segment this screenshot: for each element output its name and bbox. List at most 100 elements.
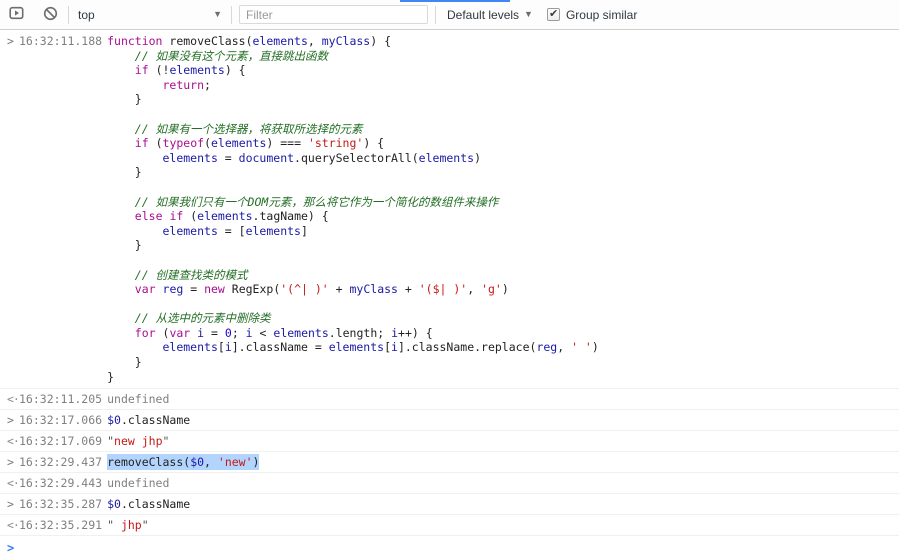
toolbar-divider (435, 5, 436, 24)
code-token: " (107, 434, 115, 449)
message-text: " jhp" (107, 518, 149, 532)
result-arrow-icon: <· (7, 392, 20, 407)
code-token: reg (536, 340, 558, 355)
console-log-area: > 16:32:11.188 function removeClass( elem… (0, 30, 899, 559)
code-token: elements (328, 340, 385, 355)
console-command-row: > 16:32:11.188 function removeClass(elem… (0, 30, 899, 389)
timestamp: 16:32:17.066 (19, 413, 103, 428)
code-line: } (107, 355, 889, 370)
code-token: i (224, 340, 232, 355)
code-token: = [ (217, 223, 246, 238)
code-token: .className (120, 413, 191, 428)
code-line: } (107, 238, 889, 253)
context-selector-label: top (78, 7, 95, 22)
command-chevron-icon: > (7, 455, 14, 470)
code-token: // 如果我们只有一个DOM元素，那么将它作为一个简化的数组件来操作 (107, 194, 499, 209)
timestamp: 16:32:29.437 (19, 455, 103, 470)
code-token: // 创建查找类的模式 (107, 267, 248, 282)
clear-console-button[interactable] (37, 2, 63, 28)
code-token: ) === (266, 136, 308, 151)
timestamp: 16:32:35.291 (19, 518, 103, 533)
panel-play-icon (8, 6, 24, 23)
code-line: var reg = new RegExp('(^| )' + myClass +… (107, 282, 889, 297)
log-levels-label: Default levels (447, 7, 520, 22)
code-token: [ (384, 340, 392, 355)
code-token: = (183, 282, 205, 297)
code-token: " (107, 518, 115, 533)
code-token: else (134, 209, 163, 224)
code-token: } (107, 355, 142, 370)
code-token: myClass (349, 282, 398, 297)
filter-input[interactable] (239, 5, 428, 24)
command-chevron-icon: > (7, 413, 14, 428)
code-token: if (134, 136, 149, 151)
toolbar-divider (68, 5, 69, 24)
group-similar-checkbox[interactable]: ✔ (546, 8, 560, 21)
code-token: = (204, 325, 225, 340)
console-prompt[interactable]: > (0, 535, 899, 559)
code-token: ( (183, 209, 198, 224)
console-command-row: >16:32:17.066 $0.className (0, 409, 899, 431)
code-token: + (397, 282, 419, 297)
log-levels-dropdown[interactable]: Default levels ▼ (447, 8, 533, 22)
code-token: elements (418, 150, 475, 165)
code-token: i (391, 325, 399, 340)
code-token: elements (245, 223, 301, 238)
code-token: " (141, 518, 149, 533)
code-line: // 如果我们只有一个DOM元素，那么将它作为一个简化的数组件来操作 (107, 195, 889, 210)
code-token: elements (252, 34, 308, 48)
console-result-row: <· 16:32:35.291 " jhp" (0, 514, 899, 536)
code-token: $0 (190, 455, 205, 470)
code-token: $0 (107, 413, 121, 428)
code-token: , (307, 34, 322, 48)
code-line: if (typeof(elements) === 'string') { (107, 136, 889, 151)
result-arrow-icon: <· (7, 518, 20, 533)
code-line: elements[i].className = elements[i].clas… (107, 340, 889, 355)
chevron-down-icon: ▼ (524, 9, 533, 19)
code-token: ) { (363, 136, 385, 151)
code-token: [ (217, 340, 225, 355)
code-token: var (169, 325, 191, 340)
code-token: '(^| )' (280, 282, 329, 297)
message-text: $0.className (107, 497, 190, 511)
code-token: $0 (107, 497, 121, 512)
code-token: } (107, 369, 115, 384)
javascript-context-selector[interactable]: top ▼ (78, 4, 226, 26)
code-token: jhp (114, 518, 142, 533)
code-line: } (107, 165, 889, 180)
code-token: typeof (162, 136, 205, 151)
console-command-row: >16:32:35.287 $0.className (0, 493, 899, 515)
console-result-row: <· 16:32:17.069 "new jhp" (0, 430, 899, 452)
code-token: // 如果没有这个元素，直接跳出函数 (107, 48, 329, 63)
timestamp: 16:32:11.188 (19, 34, 103, 48)
code-token: undefined (107, 476, 170, 491)
code-token: ( (148, 136, 163, 151)
code-token: i (391, 340, 398, 355)
checkmark-icon: ✔ (548, 8, 559, 20)
code-line: // 如果有一个选择器，将获取所选择的元素 (107, 122, 889, 137)
code-token: elements (162, 340, 218, 355)
code-line: // 从选中的元素中删除类 (107, 311, 889, 326)
code-token: ; (204, 77, 211, 92)
console-command-row: >16:32:29.437 removeClass($0, 'new') (0, 451, 899, 473)
timestamp: 16:32:17.069 (19, 434, 103, 449)
code-token: function (107, 34, 163, 48)
code-token: var (134, 282, 156, 297)
prompt-chevron-icon: > (7, 541, 15, 556)
code-token: , (557, 340, 572, 355)
code-token: ) (474, 150, 481, 165)
command-chevron-icon: > (7, 34, 14, 48)
code-token: ) (591, 340, 599, 355)
code-token: 'g' (481, 282, 502, 297)
message-text: undefined (107, 476, 169, 490)
code-token: .className (120, 497, 191, 512)
show-console-sidebar-button[interactable] (3, 2, 29, 28)
code-token: removeClass( (107, 455, 191, 470)
code-token: " (162, 434, 170, 449)
